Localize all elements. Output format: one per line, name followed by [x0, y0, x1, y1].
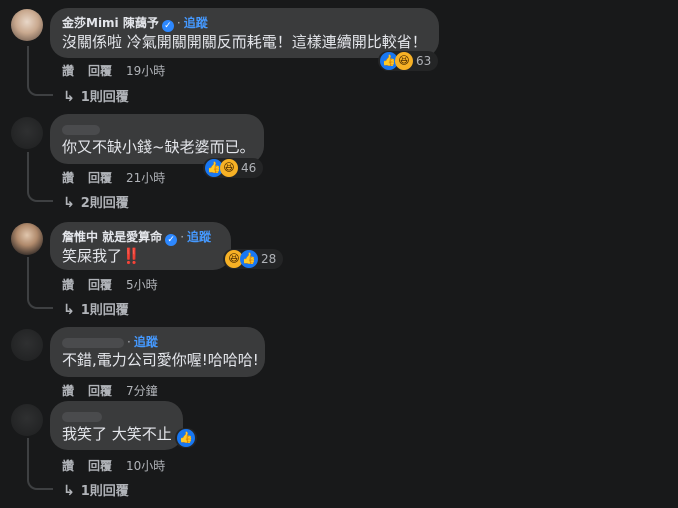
comment-actions: 讚回覆 7分鐘: [62, 382, 172, 399]
view-replies-link[interactable]: ↳ 1則回覆: [63, 299, 129, 318]
comment-author[interactable]: [62, 411, 102, 422]
thread-line: [27, 152, 53, 202]
follow-link[interactable]: 追蹤: [134, 335, 158, 349]
comment-text: 你又不缺小錢~缺老婆而已。: [62, 138, 255, 156]
comment-actions: 讚回覆 19小時: [62, 62, 179, 79]
comment-author[interactable]: [62, 124, 100, 135]
comment-author[interactable]: 詹惟中 就是愛算命: [62, 230, 162, 244]
comment-bubble: 詹惟中 就是愛算命 ✓ · 追蹤 笑屎我了‼️: [50, 222, 231, 270]
timestamp[interactable]: 19小時: [126, 64, 165, 78]
reactions-summary[interactable]: 😆 👍 28: [223, 249, 283, 269]
reactions-summary[interactable]: 👍 😆 46: [203, 158, 263, 178]
reply-arrow-icon: ↳: [63, 483, 75, 499]
comment-actions: 讚回覆 10小時: [62, 457, 179, 474]
comment-actions: 讚回覆 21小時: [62, 169, 179, 186]
comment-text: 我笑了 大笑不止: [62, 425, 172, 443]
avatar[interactable]: [11, 329, 43, 361]
thread-line: [27, 257, 53, 309]
comment-text: 沒關係啦 冷氣開關開關反而耗電！這樣連續開比較省！: [62, 33, 427, 51]
double-exclamation-emoji: ‼️: [122, 247, 141, 265]
like-icon: 👍: [177, 429, 195, 447]
comment-author-row: [62, 121, 252, 137]
view-replies-link[interactable]: ↳ 1則回覆: [63, 86, 129, 105]
thread-line: [27, 438, 53, 490]
comment-text: 笑屎我了‼️: [62, 247, 141, 265]
reply-arrow-icon: ↳: [63, 195, 75, 211]
comment-author-row: 金莎Mimi 陳藹予 ✓ · 追蹤: [62, 16, 208, 32]
avatar[interactable]: [11, 223, 43, 255]
reactions-summary[interactable]: 👍 😆 63: [378, 51, 438, 71]
comment-author-row: 詹惟中 就是愛算命 ✓ · 追蹤: [62, 230, 212, 246]
reply-link[interactable]: 回覆: [88, 384, 112, 398]
reaction-count: 63: [416, 54, 432, 68]
comment-actions: 讚回覆 5小時: [62, 276, 172, 293]
thread-line: [27, 46, 53, 96]
comment-bubble: 金莎Mimi 陳藹予 ✓ · 追蹤 沒關係啦 冷氣開關開關反而耗電！這樣連續開比較省！: [50, 8, 439, 58]
view-replies-link[interactable]: ↳ 1則回覆: [63, 480, 129, 499]
haha-icon: 😆: [220, 159, 238, 177]
timestamp[interactable]: 7分鐘: [126, 384, 158, 398]
follow-link[interactable]: 追蹤: [187, 230, 211, 244]
verified-badge-icon: ✓: [165, 234, 178, 246]
like-link[interactable]: 讚: [62, 384, 74, 398]
follow-link[interactable]: 追蹤: [184, 16, 208, 30]
reaction-count: 28: [261, 252, 277, 266]
comment-bubble: · 追蹤 不錯,電力公司愛你喔!哈哈哈!: [50, 327, 265, 377]
reply-link[interactable]: 回覆: [88, 64, 112, 78]
comment-author-row: · 追蹤: [62, 334, 253, 350]
like-link[interactable]: 讚: [62, 278, 74, 292]
reaction-count: 46: [241, 161, 257, 175]
haha-icon: 😆: [395, 52, 413, 70]
reply-arrow-icon: ↳: [63, 89, 75, 105]
reply-link[interactable]: 回覆: [88, 459, 112, 473]
comment-bubble: 我笑了 大笑不止: [50, 401, 183, 450]
view-replies-link[interactable]: ↳ 2則回覆: [63, 192, 129, 211]
reply-link[interactable]: 回覆: [88, 171, 112, 185]
avatar[interactable]: [11, 117, 43, 149]
comment-author[interactable]: [62, 337, 124, 348]
timestamp[interactable]: 21小時: [126, 171, 165, 185]
avatar[interactable]: [11, 404, 43, 436]
timestamp[interactable]: 5小時: [126, 278, 158, 292]
verified-badge-icon: ✓: [161, 20, 174, 32]
timestamp[interactable]: 10小時: [126, 459, 165, 473]
like-link[interactable]: 讚: [62, 171, 74, 185]
avatar[interactable]: [11, 9, 43, 41]
reply-link[interactable]: 回覆: [88, 278, 112, 292]
like-icon: 👍: [240, 250, 258, 268]
comment-bubble: 你又不缺小錢~缺老婆而已。: [50, 114, 264, 164]
reactions-summary[interactable]: 👍: [175, 428, 197, 448]
reply-arrow-icon: ↳: [63, 302, 75, 318]
comment-author-row: [62, 408, 171, 424]
comment-text: 不錯,電力公司愛你喔!哈哈哈!: [62, 351, 259, 369]
like-link[interactable]: 讚: [62, 459, 74, 473]
like-link[interactable]: 讚: [62, 64, 74, 78]
comment-author[interactable]: 金莎Mimi 陳藹予: [62, 16, 159, 30]
